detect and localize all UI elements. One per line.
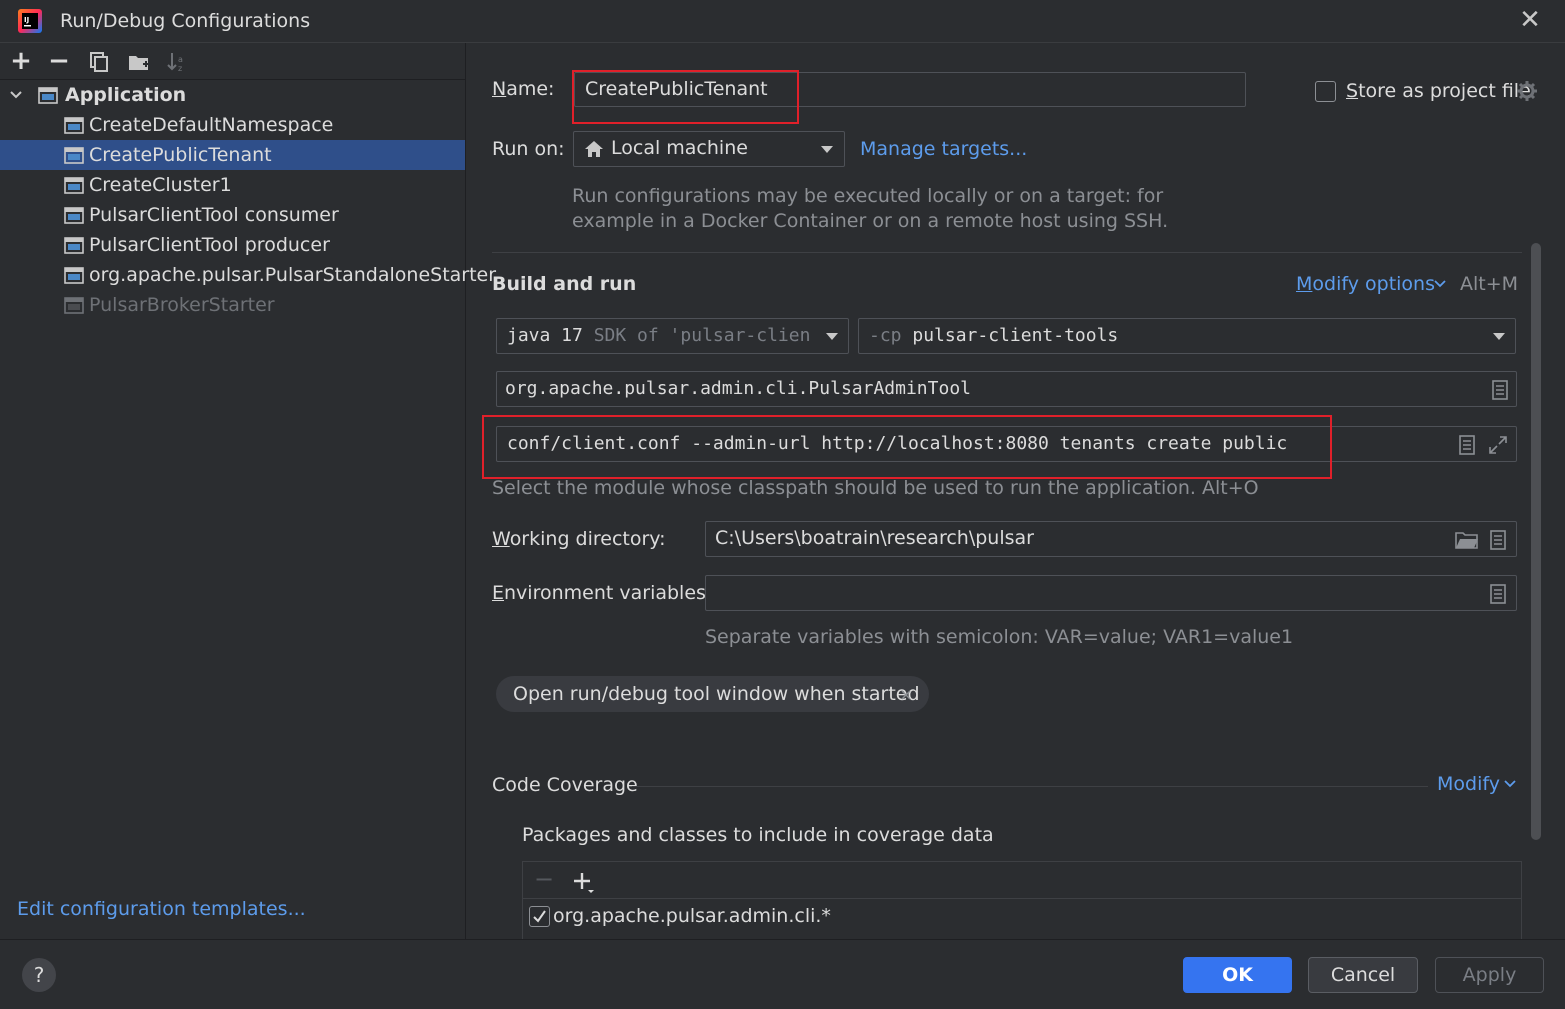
remove-option-icon[interactable]: [900, 689, 912, 701]
svg-text:a: a: [178, 55, 183, 64]
edit-configuration-templates-link[interactable]: Edit configuration templates...: [17, 898, 306, 920]
separator: [492, 252, 1522, 253]
cancel-button[interactable]: Cancel: [1308, 957, 1418, 993]
coverage-item-label: org.apache.pulsar.admin.cli.*: [553, 905, 831, 927]
home-icon: [585, 141, 603, 157]
classpath-module-dropdown[interactable]: -cp pulsar-client-tools: [858, 318, 1516, 354]
tree-item[interactable]: PulsarClientTool producer: [0, 230, 465, 260]
window-title: Run/Debug Configurations: [60, 10, 311, 32]
working-directory-value: C:\Users\boatrain\research\pulsar: [715, 527, 1034, 549]
application-config-icon: [64, 237, 84, 254]
svg-text:z: z: [178, 64, 182, 73]
gear-icon[interactable]: [1516, 80, 1538, 102]
separator: [632, 786, 1428, 787]
insert-macro-icon[interactable]: [1489, 530, 1507, 550]
store-as-project-file-checkbox[interactable]: [1315, 81, 1336, 102]
tree-group-label: Application: [65, 84, 187, 106]
manage-targets-link[interactable]: Manage targets...: [860, 138, 1027, 160]
tree-item-label: PulsarBrokerStarter: [89, 294, 275, 316]
classpath-value: -cp pulsar-client-tools: [869, 325, 1119, 346]
modify-coverage-link[interactable]: Modify: [1437, 773, 1500, 795]
chevron-down-icon[interactable]: [9, 89, 23, 101]
application-config-icon: [64, 147, 84, 164]
jdk-dropdown[interactable]: java 17 SDK of 'pulsar-clien: [496, 318, 849, 354]
run-on-hint-line-1: Run configurations may be executed local…: [572, 185, 1164, 207]
module-hint: Select the module whose classpath should…: [492, 477, 1259, 499]
application-config-icon: [64, 117, 84, 134]
jdk-value: java 17 SDK of 'pulsar-clien: [507, 325, 811, 346]
tree-item[interactable]: PulsarClientTool consumer: [0, 200, 465, 230]
application-config-icon: [64, 267, 84, 284]
copy-icon[interactable]: [86, 49, 112, 75]
open-tool-window-label: Open run/debug tool window when started: [513, 683, 920, 705]
sort-icon[interactable]: a z: [164, 49, 190, 75]
insert-macro-icon[interactable]: [1458, 435, 1476, 455]
scrollbar[interactable]: [1531, 243, 1541, 840]
open-tool-window-option-chip[interactable]: Open run/debug tool window when started: [496, 676, 929, 712]
tree-item[interactable]: org.apache.pulsar.PulsarStandaloneStarte…: [0, 260, 496, 290]
environment-variables-hint: Separate variables with semicolon: VAR=v…: [705, 626, 1294, 648]
application-config-icon: [64, 177, 84, 194]
tree-item-label: CreateDefaultNamespace: [89, 114, 334, 136]
coverage-list-toolbar: −: [523, 862, 1521, 899]
remove-icon[interactable]: −: [46, 48, 72, 75]
chevron-down-icon[interactable]: [1434, 279, 1446, 288]
tree-item-label: org.apache.pulsar.PulsarStandaloneStarte…: [89, 264, 497, 286]
intellij-app-icon: IJ: [18, 9, 42, 33]
browse-icon[interactable]: [1491, 380, 1509, 400]
environment-variables-label: Environment variables:: [492, 582, 713, 604]
tree-item-label: PulsarClientTool consumer: [89, 204, 339, 226]
run-on-value: Local machine: [611, 137, 748, 159]
tree-item[interactable]: CreateCluster1: [0, 170, 465, 200]
tree-item[interactable]: PulsarBrokerStarter: [0, 290, 465, 320]
build-and-run-heading: Build and run: [492, 273, 637, 295]
close-icon[interactable]: ✕: [1516, 6, 1544, 34]
tree-item[interactable]: CreateDefaultNamespace: [0, 110, 465, 140]
modify-options-shortcut: Alt+M: [1460, 273, 1519, 295]
dropdown-arrow-icon: [821, 146, 833, 153]
application-config-icon: [38, 87, 58, 104]
dropdown-arrow-icon: [826, 333, 838, 340]
tree-item[interactable]: CreatePublicTenant: [0, 140, 465, 170]
add-with-dropdown-icon[interactable]: [572, 871, 596, 895]
checkmark-icon: [533, 910, 546, 923]
run-on-hint-line-2: example in a Docker Container or on a re…: [572, 210, 1169, 232]
new-folder-icon[interactable]: [126, 49, 152, 75]
svg-text:IJ: IJ: [24, 16, 29, 24]
tree-item-label: PulsarClientTool producer: [89, 234, 330, 256]
highlight-box: [482, 415, 1332, 479]
expand-icon[interactable]: [1488, 435, 1508, 455]
working-directory-field[interactable]: C:\Users\boatrain\research\pulsar: [705, 521, 1517, 557]
edit-variables-icon[interactable]: [1489, 584, 1507, 604]
code-coverage-heading: Code Coverage: [492, 774, 638, 796]
modify-options-link[interactable]: Modify options: [1296, 273, 1435, 295]
main-class-value: org.apache.pulsar.admin.cli.PulsarAdminT…: [505, 378, 971, 399]
store-as-project-file-label: Store as project file: [1346, 80, 1531, 102]
name-label: Name:: [492, 78, 555, 100]
application-config-icon: [64, 207, 84, 224]
configurations-toolbar: + − a z: [0, 43, 466, 80]
tree-group-application[interactable]: Application: [0, 80, 465, 110]
help-button[interactable]: ?: [22, 958, 56, 992]
dropdown-arrow-icon: [1493, 333, 1505, 340]
folder-icon[interactable]: [1455, 531, 1479, 549]
highlight-box: [572, 70, 799, 124]
remove-icon[interactable]: −: [534, 865, 554, 893]
add-icon[interactable]: +: [8, 48, 34, 75]
environment-variables-field[interactable]: [705, 575, 1517, 611]
working-directory-label: Working directory:: [492, 528, 666, 550]
coverage-packages-list: − org.apache.pulsar.admin.cli.*: [522, 861, 1522, 939]
chevron-down-icon[interactable]: [1504, 779, 1516, 788]
main-class-field[interactable]: org.apache.pulsar.admin.cli.PulsarAdminT…: [496, 371, 1517, 407]
run-on-dropdown[interactable]: Local machine: [573, 131, 845, 167]
application-config-icon: [64, 297, 84, 314]
tree-item-label: CreateCluster1: [89, 174, 232, 196]
apply-button[interactable]: Apply: [1435, 957, 1544, 993]
tree-item-label: CreatePublicTenant: [89, 144, 272, 166]
coverage-item-checkbox[interactable]: [529, 906, 550, 927]
packages-label: Packages and classes to include in cover…: [522, 824, 994, 846]
run-on-label: Run on:: [492, 138, 565, 160]
ok-button[interactable]: OK: [1183, 957, 1292, 993]
